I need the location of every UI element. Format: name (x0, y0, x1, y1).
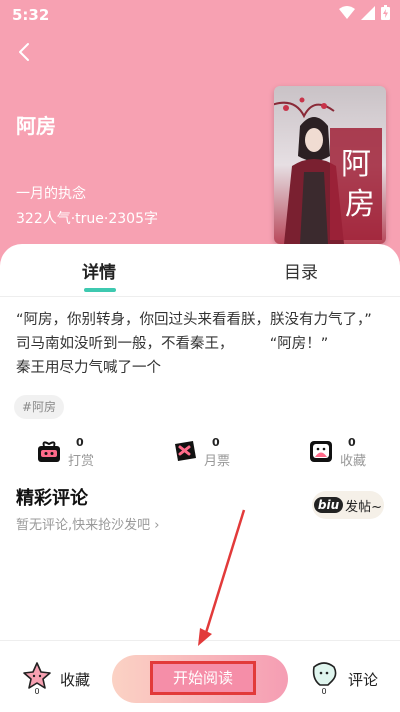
tab-active-indicator (84, 288, 116, 292)
comment-count: 0 (321, 687, 326, 695)
signal-icon (361, 5, 375, 20)
cover-title-char-2: 房 (345, 187, 375, 222)
comment-label: 评论 (348, 671, 379, 689)
battery-icon (381, 5, 390, 20)
status-time: 5:32 (12, 6, 50, 24)
ticket-icon (175, 441, 196, 461)
chevron-right-icon: › (154, 518, 160, 533)
tab-divider (0, 296, 400, 297)
book-tag[interactable]: #阿房 (14, 395, 65, 419)
start-reading-label: 开始阅读 (150, 661, 256, 695)
comment-button[interactable]: 0 评论 (310, 661, 390, 697)
book-cover: 阿 房 (274, 86, 386, 244)
post-biu-badge: biu (313, 497, 344, 513)
favorite-count: 0 (34, 687, 39, 695)
stat-collect[interactable]: 0 收藏 (308, 434, 388, 474)
stat-ticket-label: 月票 (204, 454, 231, 469)
stat-ticket-count: 0 (212, 436, 220, 449)
comment-icon: 0 (312, 662, 337, 695)
gift-icon (38, 441, 60, 462)
reviews-empty-link[interactable]: 暂无评论,快来抢沙发吧 › (16, 514, 159, 533)
stats-row: 0 打赏 0 月票 0 收藏 (0, 434, 400, 478)
book-meta: 322人气·true·2305字 (16, 211, 158, 227)
stat-reward-label: 打赏 (68, 454, 95, 469)
bottom-action-bar: 0 收藏 开始阅读 0 评论 (0, 640, 400, 712)
synopsis-text: “阿房，你别转身，你回过头来看看朕，朕没有力气了，” 司马南如没听到一般，不看秦… (16, 312, 400, 376)
star-icon: 0 (23, 662, 51, 695)
stat-collect-label: 收藏 (340, 454, 367, 469)
collect-icon (310, 441, 332, 462)
tab-catalog[interactable]: 目录 (284, 258, 318, 283)
reviews-title: 精彩评论 (16, 488, 88, 509)
book-author[interactable]: 一月的执念 (16, 183, 86, 203)
back-arrow-icon[interactable] (12, 38, 36, 66)
stat-collect-count: 0 (348, 436, 356, 449)
stat-reward-count: 0 (76, 436, 84, 449)
book-title: 阿房 (16, 114, 56, 138)
post-review-button[interactable]: biu 发帖~ (312, 491, 384, 519)
tab-details[interactable]: 详情 (82, 258, 116, 283)
status-bar: 5:32 (0, 0, 400, 30)
book-cover-art: 阿 房 (274, 86, 386, 244)
tab-bar: 详情 目录 (0, 244, 400, 297)
start-reading-button[interactable]: 开始阅读 (112, 655, 288, 703)
reviews-empty-text: 暂无评论,快来抢沙发吧 (16, 518, 151, 533)
favorite-label: 收藏 (60, 671, 91, 689)
cover-title-char-1: 阿 (341, 147, 371, 182)
post-review-label: 发帖~ (345, 499, 383, 515)
stat-monthly-ticket[interactable]: 0 月票 (172, 434, 252, 474)
favorite-button[interactable]: 0 收藏 (22, 661, 102, 697)
wifi-icon (339, 5, 355, 19)
status-icons (339, 5, 390, 20)
stat-reward[interactable]: 0 打赏 (36, 434, 116, 474)
